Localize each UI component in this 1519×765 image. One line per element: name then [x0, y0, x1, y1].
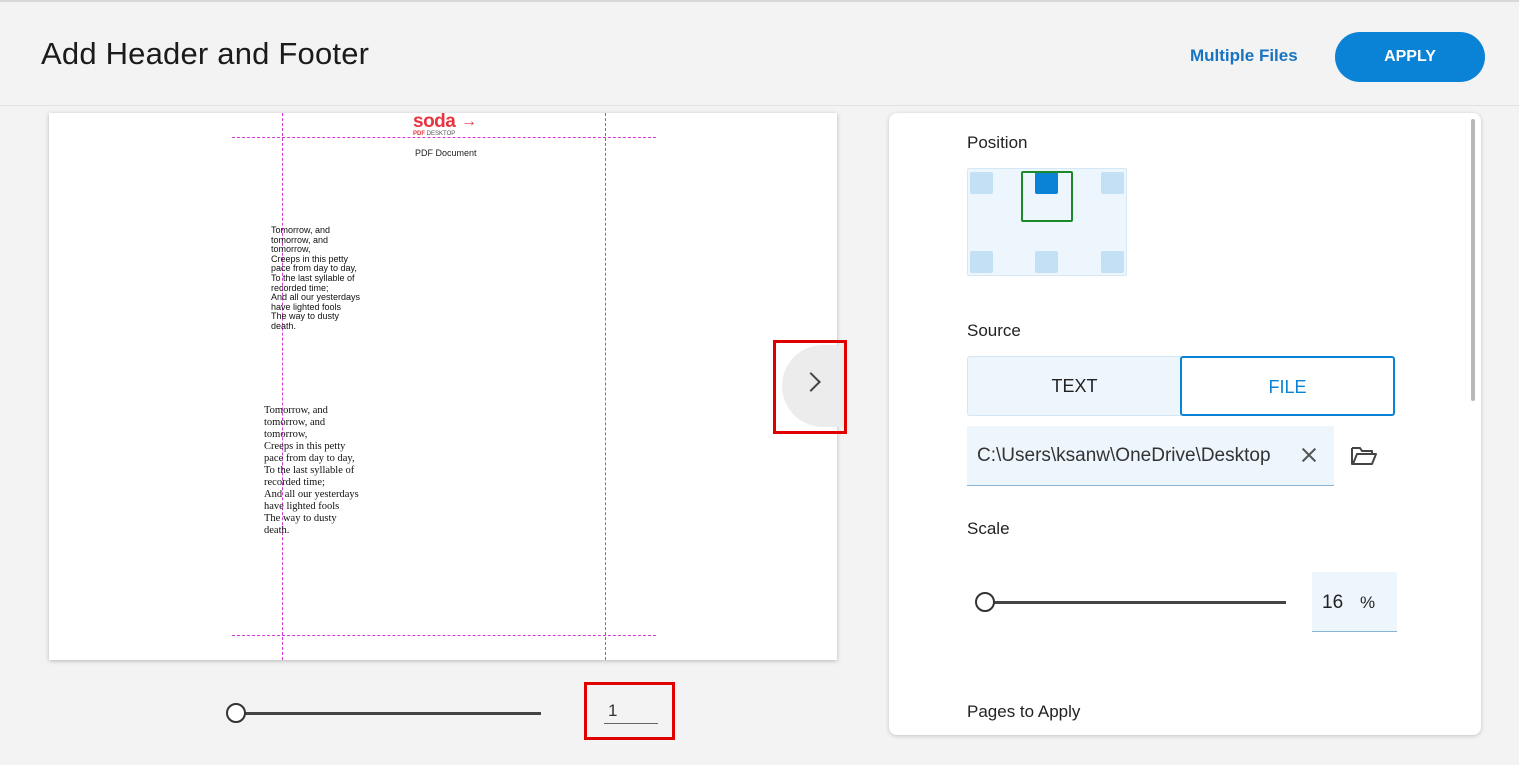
- multiple-files-link[interactable]: Multiple Files: [1190, 46, 1298, 66]
- source-tabs: TEXT FILE: [967, 356, 1395, 416]
- logo-subtitle: PDF DESKTOP: [413, 131, 483, 138]
- scale-slider-thumb[interactable]: [975, 592, 995, 612]
- position-bottom-center[interactable]: [1035, 251, 1058, 273]
- position-bottom-right[interactable]: [1101, 251, 1124, 273]
- clear-icon[interactable]: [1300, 446, 1318, 464]
- apply-button[interactable]: APPLY: [1335, 32, 1485, 82]
- document-preview: soda → PDF DESKTOP PDF Document Tomorrow…: [49, 113, 837, 660]
- folder-open-icon[interactable]: [1350, 445, 1378, 467]
- position-label: Position: [967, 133, 1028, 152]
- header-divider: [0, 105, 1519, 106]
- scale-value[interactable]: 16: [1322, 592, 1343, 614]
- poem-text-small: Tomorrow, and tomorrow, and tomorrow, Cr…: [271, 225, 361, 331]
- next-page-highlight: [773, 340, 847, 434]
- page-slider-thumb[interactable]: [226, 703, 246, 723]
- file-path-field[interactable]: C:\Users\ksanw\OneDrive\Desktop: [967, 426, 1334, 486]
- settings-panel: Position Source TEXT FILE C:\Users\ksanw…: [889, 113, 1481, 735]
- position-top-right[interactable]: [1101, 172, 1124, 194]
- position-grid: [967, 168, 1127, 276]
- position-selected-frame: [1021, 171, 1073, 222]
- pages-to-apply-label: Pages to Apply: [967, 702, 1081, 721]
- scale-label: Scale: [967, 519, 1010, 538]
- scale-unit: %: [1360, 593, 1376, 612]
- scale-input[interactable]: 16 %: [1312, 572, 1397, 632]
- logo-arrow-icon: →: [461, 113, 477, 130]
- page-slider-track[interactable]: [236, 712, 541, 715]
- position-bottom-left[interactable]: [970, 251, 993, 273]
- panel-scrollbar[interactable]: [1471, 119, 1475, 401]
- page-number-highlight: [584, 682, 675, 740]
- file-path-value[interactable]: C:\Users\ksanw\OneDrive\Desktop: [977, 445, 1282, 467]
- document-header-text: PDF Document: [415, 148, 477, 158]
- position-top-left[interactable]: [970, 172, 993, 194]
- left-margin-guide: [282, 113, 283, 660]
- poem-text-large: Tomorrow, and tomorrow, and tomorrow, Cr…: [264, 405, 359, 536]
- tab-text[interactable]: TEXT: [967, 356, 1181, 416]
- footer-margin-guide: [232, 635, 656, 636]
- scale-slider-track[interactable]: [985, 601, 1286, 604]
- soda-logo: soda → PDF DESKTOP: [413, 113, 483, 138]
- source-label: Source: [967, 321, 1021, 340]
- logo-sub-brand: PDF: [413, 131, 425, 137]
- logo-sub-product: DESKTOP: [426, 131, 456, 137]
- right-margin-guide: [605, 113, 606, 660]
- tab-file[interactable]: FILE: [1180, 356, 1395, 416]
- page-title: Add Header and Footer: [41, 36, 370, 71]
